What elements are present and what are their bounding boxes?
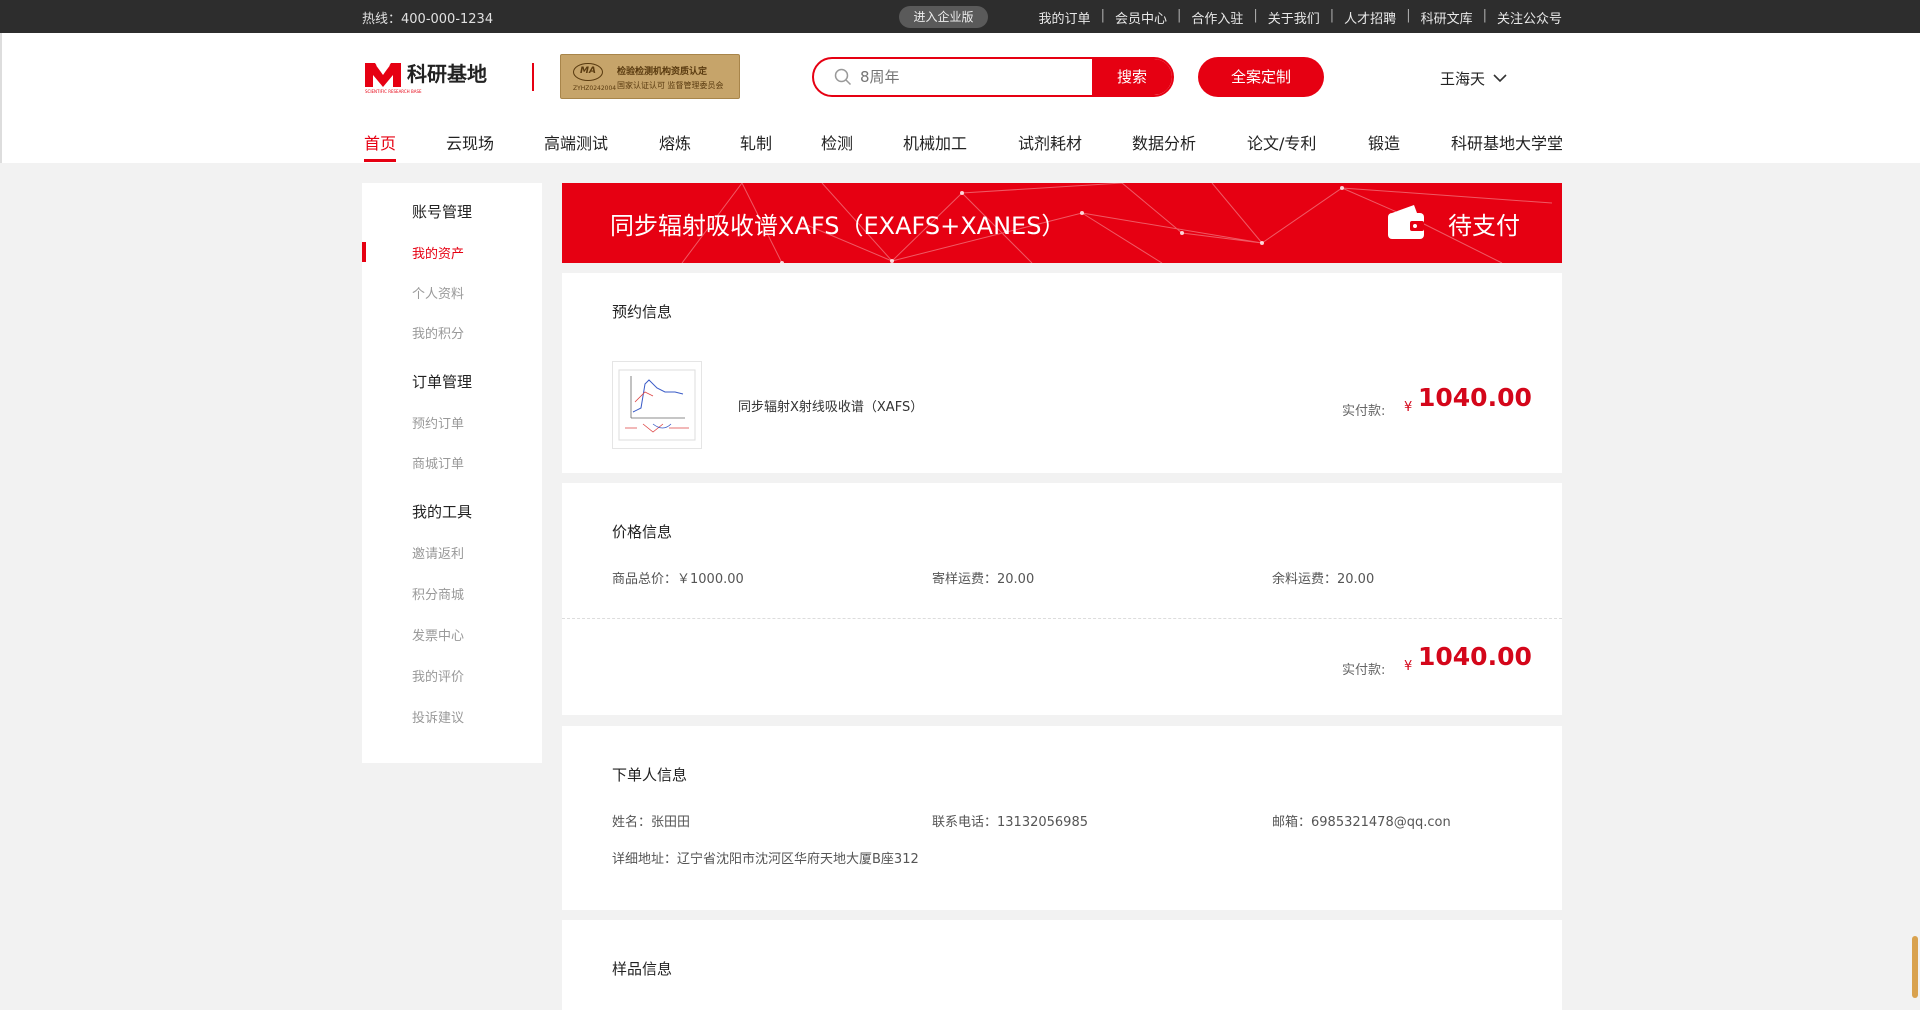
- top-links: 我的订单 | 会员中心 | 合作入驻 | 关于我们 | 人才招聘 | 科研文库 …: [1039, 8, 1562, 27]
- search-input[interactable]: [860, 59, 1100, 95]
- price-info-title: 价格信息: [612, 523, 673, 541]
- paid-amount: 1040.00: [1418, 383, 1532, 412]
- nav-item-machining[interactable]: 机械加工: [903, 130, 967, 154]
- separator: |: [1100, 8, 1105, 23]
- paid-amount-total: 1040.00: [1418, 642, 1532, 671]
- orderer-info-card: 下单人信息 姓名：张田田 联系电话：13132056985 邮箱：6985321…: [562, 726, 1562, 910]
- nav-item-home[interactable]: 首页: [364, 130, 396, 154]
- order-banner: 同步辐射吸收谱XAFS（EXAFS+XANES） 待支付: [562, 183, 1562, 263]
- top-link-orders[interactable]: 我的订单: [1039, 8, 1091, 27]
- logo-subtext: SCIENTIFIC RESEARCH BASE: [365, 89, 422, 94]
- paid-label: 实付款:: [1342, 404, 1386, 419]
- paid-label: 实付款:: [1342, 663, 1386, 678]
- top-link-library[interactable]: 科研文库: [1421, 8, 1473, 27]
- sample-info-title: 样品信息: [612, 960, 673, 978]
- sidebar-item-invoices[interactable]: 发票中心: [412, 625, 464, 644]
- custom-plan-button[interactable]: 全案定制: [1198, 57, 1324, 97]
- nav-item-academy[interactable]: 科研基地大学堂: [1451, 130, 1563, 154]
- separator: |: [1482, 8, 1487, 23]
- sidebar-item-profile[interactable]: 个人资料: [412, 283, 464, 302]
- header: 科研基地 SCIENTIFIC RESEARCH BASE MA 检验检测机构资…: [0, 33, 1920, 163]
- nav-item-rolling[interactable]: 轧制: [740, 130, 772, 154]
- orderer-email: 邮箱：6985321478@qq.con: [1272, 815, 1451, 830]
- nav-item-smelting[interactable]: 熔炼: [659, 130, 691, 154]
- orderer-info-title: 下单人信息: [612, 766, 688, 784]
- orderer-address: 详细地址：辽宁省沈阳市沈河区华府天地大厦B座312: [612, 852, 919, 867]
- xafs-spectrum-image: [618, 369, 696, 441]
- sidebar-item-reviews[interactable]: 我的评价: [412, 666, 464, 685]
- page-scrollbar[interactable]: [1912, 936, 1918, 998]
- sidebar-item-referral[interactable]: 邀请返利: [412, 543, 464, 562]
- product-name[interactable]: 同步辐射X射线吸收谱（XAFS）: [738, 396, 923, 415]
- cma-line2: 国家认证认可 监督管理委员会: [617, 81, 724, 90]
- nav-item-high-end-test[interactable]: 高端测试: [544, 130, 608, 154]
- separator: |: [1176, 8, 1182, 23]
- sidebar-item-complaints[interactable]: 投诉建议: [412, 707, 464, 726]
- banner-title: 同步辐射吸收谱XAFS（EXAFS+XANES）: [610, 212, 1066, 240]
- dashed-divider: [562, 618, 1562, 619]
- search-icon: [834, 68, 852, 86]
- sidebar-item-my-assets[interactable]: 我的资产: [412, 243, 464, 262]
- search-button[interactable]: 搜索: [1092, 59, 1172, 95]
- logo-text: 科研基地: [407, 62, 487, 86]
- logo-divider: [532, 63, 534, 91]
- sidebar-item-points-mall[interactable]: 积分商城: [412, 584, 464, 603]
- top-link-wechat[interactable]: 关注公众号: [1497, 8, 1562, 27]
- sidebar-heading-orders: 订单管理: [412, 373, 473, 391]
- main-nav: 首页 云现场 高端测试 熔炼 轧制 检测 机械加工 试剂耗材 数据分析 论文/专…: [364, 130, 1564, 163]
- search-box: 搜索: [812, 57, 1174, 97]
- logo-icon: 科研基地 SCIENTIFIC RESEARCH BASE: [365, 62, 487, 94]
- account-sidebar: 账号管理 我的资产 个人资料 我的积分 订单管理 预约订单 商城订单 我的工具 …: [362, 183, 542, 763]
- cma-icon: MA: [573, 63, 603, 81]
- cma-line3: ZYHZ0242004: [573, 85, 617, 92]
- goods-total: 商品总价：￥1000.00: [612, 572, 744, 587]
- nav-item-data-analysis[interactable]: 数据分析: [1132, 130, 1196, 154]
- top-bar: 热线：400-000-1234 进入企业版 我的订单 | 会员中心 | 合作入驻…: [0, 0, 1920, 33]
- sample-info-card: 样品信息: [562, 920, 1562, 1010]
- separator: |: [1253, 8, 1258, 23]
- hotline: 热线：400-000-1234: [362, 12, 494, 27]
- wallet-icon: [1388, 205, 1424, 239]
- separator: |: [1406, 8, 1411, 23]
- cma-line1: 检验检测机构资质认定: [617, 67, 708, 77]
- sidebar-heading-tools: 我的工具: [412, 503, 473, 521]
- sidebar-item-mall-orders[interactable]: 商城订单: [412, 453, 464, 472]
- orderer-name: 姓名：张田田: [612, 815, 691, 830]
- site-logo[interactable]: 科研基地 SCIENTIFIC RESEARCH BASE: [363, 55, 513, 95]
- sidebar-item-points[interactable]: 我的积分: [412, 323, 464, 342]
- reservation-info-title: 预约信息: [612, 303, 673, 321]
- nav-item-reagents[interactable]: 试剂耗材: [1018, 130, 1082, 154]
- sidebar-active-marker: [362, 242, 366, 262]
- enterprise-button[interactable]: 进入企业版: [899, 6, 988, 28]
- currency-symbol: ¥: [1404, 400, 1413, 415]
- top-link-about[interactable]: 关于我们: [1268, 8, 1320, 27]
- top-link-jobs[interactable]: 人才招聘: [1344, 8, 1396, 27]
- sidebar-item-reservation-orders[interactable]: 预约订单: [412, 413, 464, 432]
- top-link-member[interactable]: 会员中心: [1115, 8, 1167, 27]
- nav-item-papers-patents[interactable]: 论文/专利: [1247, 130, 1316, 154]
- cma-badge: MA 检验检测机构资质认定 国家认证认可 监督管理委员会 ZYHZ0242004: [560, 54, 740, 99]
- currency-symbol: ¥: [1404, 659, 1413, 674]
- top-link-cooperation[interactable]: 合作入驻: [1191, 8, 1243, 27]
- separator: |: [1329, 8, 1335, 23]
- nav-active-underline: [364, 159, 396, 162]
- price-info-card: 价格信息 商品总价：￥1000.00 寄样运费：20.00 余料运费：20.00…: [562, 483, 1562, 715]
- nav-item-inspection[interactable]: 检测: [821, 130, 853, 154]
- sample-shipping: 寄样运费：20.00: [932, 572, 1035, 587]
- product-thumbnail[interactable]: [612, 361, 702, 449]
- order-status: 待支付: [1448, 212, 1520, 240]
- user-name: 王海天: [1440, 70, 1486, 88]
- orderer-phone: 联系电话：13132056985: [932, 815, 1088, 830]
- reservation-info-card: 预约信息 同步辐射X射线吸收谱（XAFS） 实付款: ¥ 1040.00: [562, 273, 1562, 473]
- sidebar-heading-account: 账号管理: [412, 203, 473, 221]
- user-menu[interactable]: 王海天: [1440, 68, 1507, 89]
- return-shipping: 余料运费：20.00: [1272, 572, 1375, 587]
- nav-item-cloud-site[interactable]: 云现场: [446, 130, 494, 154]
- nav-item-forging[interactable]: 锻造: [1368, 130, 1400, 154]
- chevron-down-icon: [1493, 74, 1507, 83]
